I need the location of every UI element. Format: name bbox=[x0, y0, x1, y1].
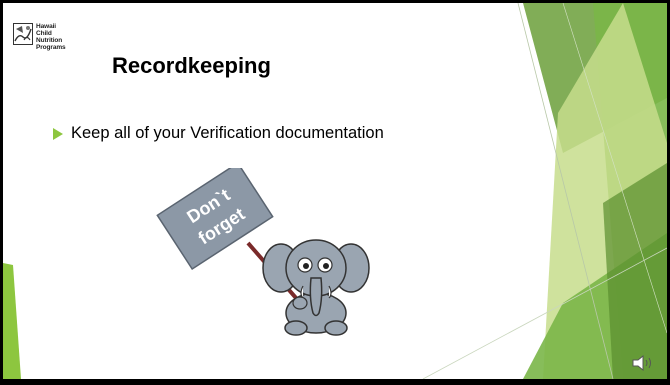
logo-text: Hawaii Child Nutrition Programs bbox=[36, 23, 66, 51]
logo: Hawaii Child Nutrition Programs bbox=[13, 23, 66, 51]
logo-line-4: Programs bbox=[36, 44, 66, 51]
logo-emblem-icon bbox=[13, 23, 33, 45]
elephant-illustration: Don`t forget bbox=[156, 168, 370, 336]
speaker-icon[interactable] bbox=[631, 353, 655, 373]
elephant-hand bbox=[292, 296, 308, 310]
logo-line-3: Nutrition bbox=[36, 37, 63, 44]
slide: Hawaii Child Nutrition Programs Recordke… bbox=[3, 3, 667, 379]
left-green-strip bbox=[3, 263, 21, 379]
logo-line-2: Child bbox=[36, 30, 52, 37]
bullet-item: Keep all of your Verification documentat… bbox=[53, 124, 384, 143]
elephant-left-pupil bbox=[303, 263, 309, 269]
elephant-left-foot bbox=[284, 320, 308, 336]
elephant bbox=[262, 239, 370, 336]
elephant-right-pupil bbox=[323, 263, 329, 269]
logo-line-1: Hawaii bbox=[36, 23, 56, 30]
bullet-text: Keep all of your Verification documentat… bbox=[71, 124, 384, 142]
elephant-right-foot bbox=[324, 320, 348, 336]
triangle-bullet-icon bbox=[53, 127, 63, 140]
elephant-trunk bbox=[309, 277, 323, 317]
slide-title: Recordkeeping bbox=[112, 53, 271, 78]
